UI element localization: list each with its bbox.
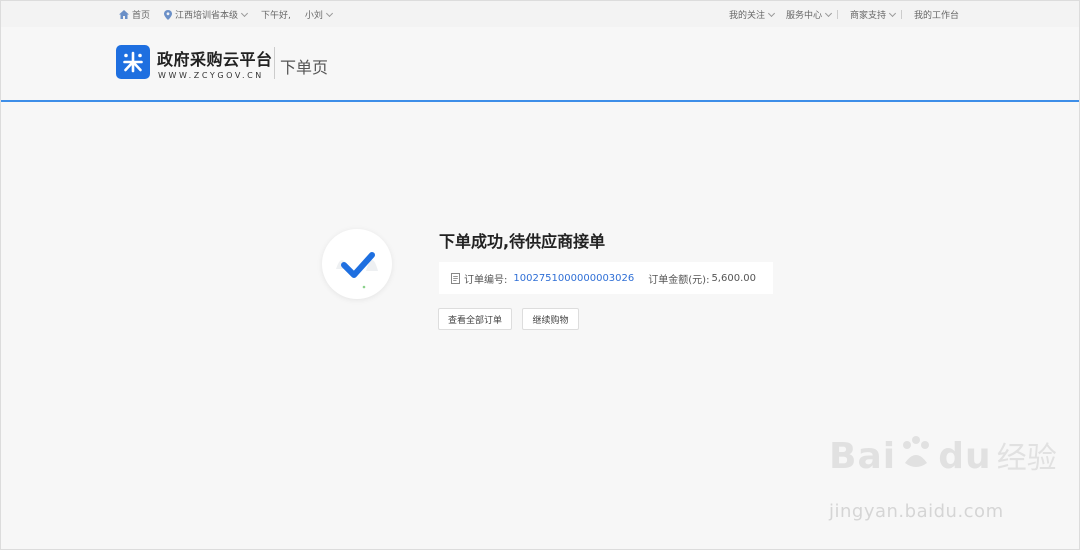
merchant-support-label: 商家支持 [849,11,886,21]
success-illustration [322,229,392,299]
chevron-down-icon [240,9,249,17]
brand-title: 政府采购云平台 [157,50,273,69]
baidu-watermark: Bai du 经验 [829,433,1057,477]
my-follow-label: 我的关注 [728,11,765,21]
location-pin-icon [164,9,173,20]
watermark-cn: 经验 [996,441,1057,476]
watermark-url: jingyan.baidu.com [829,501,1004,522]
brand-logo[interactable] [116,45,150,79]
chevron-down-icon [888,9,897,17]
header-divider [274,47,275,79]
home-link[interactable]: 首页 [119,8,150,21]
checkmark-icon [336,252,378,289]
top-nav-bar: 首页 江西培训省本级 下午好, 小刘 我的关注 服务中心 商家支持 我的工作台 [1,1,1079,27]
paw-icon [903,436,930,467]
top-nav-right: 我的关注 服务中心 商家支持 我的工作台 [717,8,959,21]
home-icon [119,10,129,19]
brand-url: WWW.ZCYGOV.CN [158,71,264,80]
my-workbench-link[interactable]: 我的工作台 [914,8,959,21]
zcy-logo-icon [123,51,143,73]
merchant-support-menu[interactable]: 商家支持 [850,8,902,21]
home-label: 首页 [132,11,151,21]
user-menu[interactable]: 小刘 [304,8,333,21]
chevron-down-icon [767,9,775,17]
view-all-orders-button[interactable]: 查看全部订单 [438,308,512,330]
watermark-brand: Bai [829,436,897,477]
page-title: 下单页 [280,58,329,77]
my-workbench-label: 我的工作台 [913,11,959,21]
document-icon [451,272,460,284]
order-number-label: 订单编号: [464,274,508,286]
success-title: 下单成功,待供应商接单 [439,232,606,251]
location-selector[interactable]: 江西培训省本级 [164,8,249,21]
order-amount-value: 5,600.00 [711,272,756,284]
user-name: 小刘 [304,11,323,21]
greeting-text: 下午好, [261,8,291,21]
order-amount-label: 订单金额(元): [648,274,710,286]
nav-divider [836,10,838,19]
order-info-box: 订单编号: 1002751000000003026 订单金额(元): 5,600… [439,262,773,294]
chevron-down-icon [325,9,333,17]
nav-divider [900,10,902,19]
continue-shopping-button[interactable]: 继续购物 [522,308,579,330]
watermark-brand-suffix: du [938,436,992,477]
my-follow-menu[interactable]: 我的关注 [728,8,775,21]
order-number-link[interactable]: 1002751000000003026 [513,273,634,284]
service-center-menu[interactable]: 服务中心 [786,8,838,21]
service-center-label: 服务中心 [785,11,822,21]
location-label: 江西培训省本级 [175,11,239,21]
greeting-label: 下午好, [261,11,291,21]
top-nav-left: 首页 江西培训省本级 下午好, 小刘 [119,8,346,21]
chevron-down-icon [824,9,833,17]
site-header: 政府采购云平台 WWW.ZCYGOV.CN 下单页 [1,27,1079,102]
